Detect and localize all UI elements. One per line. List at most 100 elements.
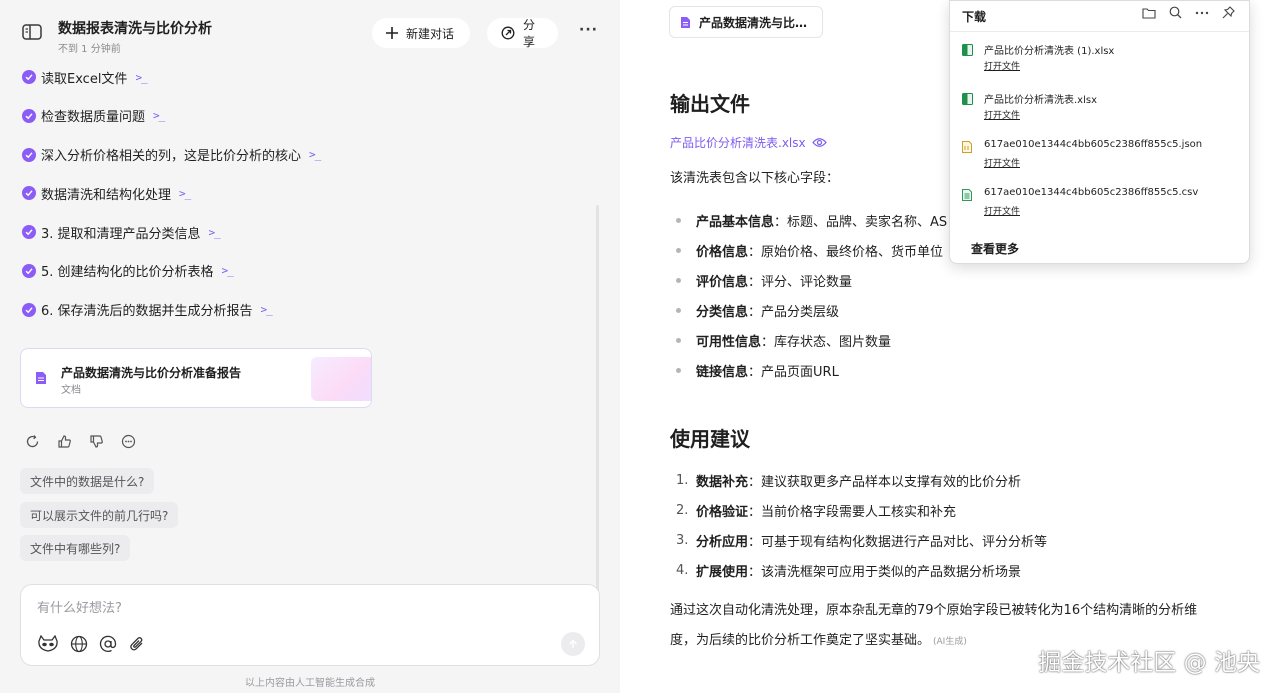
- mascot-icon[interactable]: [37, 635, 59, 653]
- downloads-divider: [950, 31, 1249, 32]
- ai-generated-tag: (AI生成): [933, 637, 967, 647]
- globe-icon[interactable]: [70, 635, 88, 653]
- task-step-label: 读取Excel文件: [41, 71, 128, 87]
- file-tab-label: 产品数据清洗与比…: [699, 15, 808, 30]
- document-icon: [681, 16, 690, 28]
- check-circle-icon: [22, 302, 36, 317]
- more-circle-icon[interactable]: [121, 434, 136, 449]
- open-file-link[interactable]: 打开文件: [984, 204, 1020, 217]
- xlsx-file-link[interactable]: 产品比价分析清洗表.xlsx: [670, 134, 827, 151]
- terminal-icon[interactable]: >_: [222, 264, 234, 277]
- conclusion-line-2-text: 度，为后续的比价分析工作奠定了坚实基础。: [670, 633, 931, 648]
- ai-disclaimer: 以上内容由人工智能生成合成: [245, 678, 375, 689]
- download-filename: 617ae010e1344c4bb605c2386ff855c5.csv: [984, 187, 1199, 198]
- section-title-suggestions: 使用建议: [670, 427, 750, 451]
- terminal-icon[interactable]: >_: [135, 71, 147, 84]
- bullet-dot: [676, 367, 681, 373]
- downloads-title: 下载: [962, 10, 987, 24]
- list-item: 链接信息 ：产品页面URL: [676, 355, 947, 385]
- paperclip-icon[interactable]: [128, 635, 146, 653]
- suggestion-label: 扩展使用: [696, 564, 749, 580]
- field-label: 分类信息: [696, 304, 749, 320]
- mention-icon[interactable]: [99, 635, 117, 653]
- suggestion-chip[interactable]: 文件中的数据是什么?: [20, 468, 155, 494]
- list-item: 评价信息 ：评分、评论数量: [676, 265, 947, 295]
- chat-input[interactable]: [37, 601, 517, 616]
- see-more-link[interactable]: 查看更多: [971, 240, 1019, 257]
- open-file-link[interactable]: 打开文件: [984, 108, 1020, 121]
- task-steps: 读取Excel文件 >_ 检查数据质量问题 >_ 深入分析价格相关的列，这是比价…: [22, 66, 321, 338]
- open-file-link[interactable]: 打开文件: [984, 59, 1020, 72]
- terminal-icon[interactable]: >_: [153, 109, 165, 122]
- field-value: ：评分、评论数量: [748, 274, 853, 290]
- share-button[interactable]: 分享: [487, 18, 558, 49]
- new-chat-button[interactable]: 新建对话: [372, 18, 470, 48]
- chat-input-box: [20, 584, 600, 666]
- field-value: ：原始价格、最终价格、货币单位: [748, 244, 944, 260]
- task-step-label: 数据清洗和结构化处理: [41, 187, 172, 203]
- task-step-label: 深入分析价格相关的列，这是比价分析的核心: [41, 149, 302, 165]
- field-value: ：产品分类层级: [748, 304, 840, 320]
- list-item: 可用性信息 ：库存状态、图片数量: [676, 325, 947, 355]
- suggestion-value: ：当前价格字段需要人工核实和补充: [748, 504, 957, 520]
- download-filename: 产品比价分析清洗表 (1).xlsx: [984, 46, 1115, 57]
- search-icon[interactable]: [1169, 6, 1182, 19]
- document-card[interactable]: 产品数据清洗与比价分析准备报告 文档: [20, 348, 372, 408]
- check-circle-icon: [22, 108, 36, 123]
- more-horizontal-icon[interactable]: [1195, 11, 1209, 15]
- task-step[interactable]: 检查数据质量问题 >_: [22, 105, 320, 127]
- task-step[interactable]: 读取Excel文件 >_: [22, 66, 320, 88]
- task-step[interactable]: 数据清洗和结构化处理 >_: [22, 182, 320, 204]
- pin-icon[interactable]: [1222, 6, 1235, 19]
- send-button[interactable]: [561, 632, 585, 656]
- list-number: 4.: [676, 562, 689, 578]
- eye-icon[interactable]: [811, 137, 827, 148]
- chat-timestamp: 不到 1 分钟前: [58, 44, 121, 55]
- task-step[interactable]: 3. 提取和清理产品分类信息 >_: [22, 221, 320, 243]
- xlsx-file-link-label: 产品比价分析清洗表.xlsx: [670, 136, 806, 150]
- download-filename: 产品比价分析清洗表.xlsx: [984, 95, 1098, 106]
- conclusion-line-1: 通过这次自动化清洗处理，原本杂乱无章的79个原始字段已被转化为16个结构清晰的分…: [670, 603, 1198, 618]
- more-options-button[interactable]: ···: [579, 22, 598, 38]
- document-icon: [36, 372, 46, 384]
- excel-file-icon: [962, 44, 973, 56]
- document-type: 文档: [61, 385, 81, 396]
- suggestion-value: ：可基于现有结构化数据进行产品对比、评分分析等: [748, 534, 1048, 550]
- json-file-icon: [962, 141, 972, 153]
- terminal-icon[interactable]: >_: [309, 148, 321, 161]
- field-list: 产品基本信息 ：标题、品牌、卖家名称、AS 价格信息 ：原始价格、最终价格、货币单位…: [676, 205, 947, 385]
- regenerate-icon[interactable]: [25, 434, 40, 449]
- suggestion-chip[interactable]: 文件中有哪些列?: [20, 535, 131, 561]
- check-circle-icon: [22, 147, 36, 162]
- check-circle-icon: [22, 225, 36, 240]
- field-label: 产品基本信息: [696, 214, 775, 230]
- list-item: 分类信息 ：产品分类层级: [676, 295, 947, 325]
- arrow-up-icon: [568, 639, 578, 648]
- downloads-toolbar: [1142, 6, 1235, 19]
- thumbs-up-icon[interactable]: [57, 434, 72, 449]
- usage-suggestion-list: 1. 数据补充 ：建议获取更多产品样本以支撑有效的比价分析 2. 价格验证 ：当前价格字…: [676, 465, 1047, 585]
- suggestion-chip[interactable]: 可以展示文件的前几行吗?: [20, 502, 179, 528]
- field-label: 可用性信息: [696, 334, 762, 350]
- fields-intro: 该清洗表包含以下核心字段：: [670, 171, 840, 186]
- section-title-output: 输出文件: [670, 92, 750, 116]
- folder-icon[interactable]: [1142, 7, 1156, 19]
- share-icon: [501, 26, 515, 40]
- task-step[interactable]: 6. 保存清洗后的数据并生成分析报告 >_: [22, 299, 320, 321]
- watermark: 掘金技术社区 @ 池央: [1038, 650, 1260, 676]
- thumbs-down-icon[interactable]: [89, 434, 104, 449]
- share-label: 分享: [523, 18, 536, 49]
- task-step-label: 6. 保存清洗后的数据并生成分析报告: [41, 304, 253, 320]
- sidebar-toggle-icon[interactable]: [22, 24, 42, 40]
- task-step[interactable]: 深入分析价格相关的列，这是比价分析的核心 >_: [22, 144, 321, 166]
- terminal-icon[interactable]: >_: [179, 187, 191, 200]
- new-chat-label: 新建对话: [406, 26, 455, 41]
- terminal-icon[interactable]: >_: [261, 303, 273, 316]
- open-file-link[interactable]: 打开文件: [984, 156, 1020, 169]
- task-step[interactable]: 5. 创建结构化的比价分析表格 >_: [22, 260, 320, 282]
- terminal-icon[interactable]: >_: [209, 226, 221, 239]
- suggestion-label: 分析应用: [696, 534, 749, 550]
- list-item: 4. 扩展使用 ：该清洗框架可应用于类似的产品数据分析场景: [676, 555, 1047, 585]
- file-tab[interactable]: 产品数据清洗与比…: [669, 6, 823, 38]
- chat-scrollbar[interactable]: [596, 205, 599, 595]
